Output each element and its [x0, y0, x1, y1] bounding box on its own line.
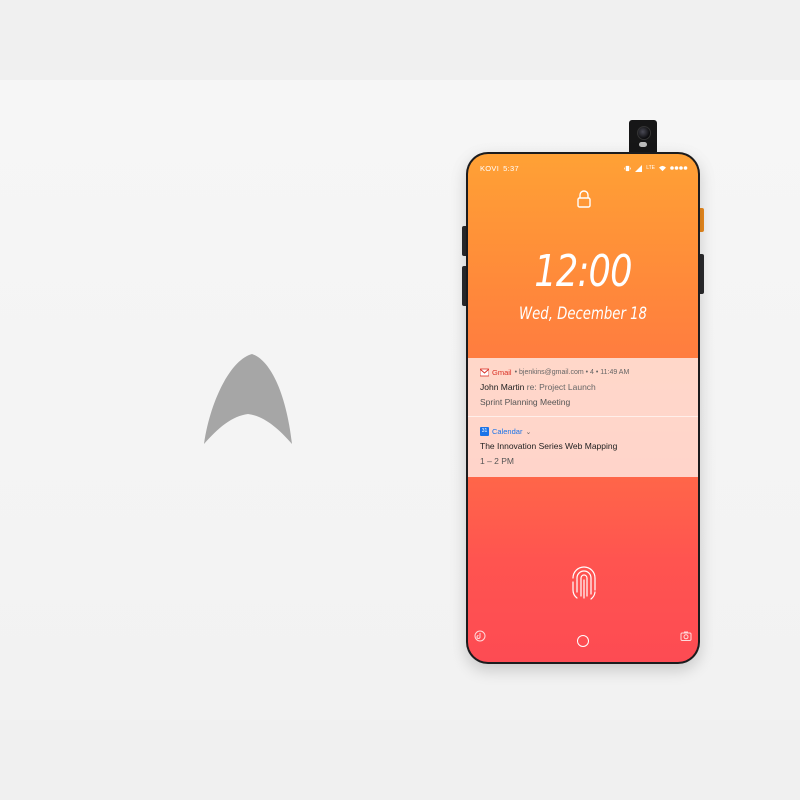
signal-dots-icon: [670, 166, 688, 170]
notification-app-name: Gmail: [492, 368, 512, 377]
notification-header: Gmail • bjenkins@gmail.com • 4 • 11:49 A…: [480, 368, 629, 377]
status-time: 5:37: [503, 163, 519, 173]
power-button[interactable]: [700, 254, 704, 294]
flash-icon: [639, 142, 647, 147]
network-type: LTE: [646, 165, 655, 171]
notification-sender: John Martin: [480, 382, 525, 392]
camera-icon[interactable]: [680, 630, 692, 642]
lock-icon[interactable]: [576, 190, 592, 208]
popup-camera: [629, 120, 657, 154]
lockscreen-clock: 12:00: [534, 246, 632, 297]
notification-title: John Martin re: Project Launch: [480, 382, 596, 392]
notification-calendar[interactable]: 31 Calendar ⌄ The Innovation Series Web …: [468, 416, 698, 477]
notification-app-name: Calendar: [492, 427, 523, 436]
calendar-icon: 31: [480, 427, 489, 436]
carrier-label: KOVI: [480, 163, 500, 173]
alert-slider[interactable]: [700, 208, 704, 232]
brand-logo: [204, 354, 292, 444]
notification-meta: • bjenkins@gmail.com • 4 • 11:49 AM: [514, 369, 630, 376]
lockscreen-date: Wed, December 18: [519, 304, 647, 324]
gmail-icon: [480, 368, 489, 377]
home-circle-icon[interactable]: [577, 635, 589, 647]
status-bar: KOVI 5:37 LTE: [480, 162, 688, 174]
camera-lens-icon: [637, 126, 651, 140]
notification-subject: re: Project Launch: [526, 382, 596, 392]
fingerprint-icon[interactable]: [569, 562, 599, 602]
signal-icon: [635, 164, 643, 172]
presentation-stage: KOVI 5:37 LTE 12:00 Wed, December 18 Gma…: [0, 0, 800, 800]
phone-device: KOVI 5:37 LTE 12:00 Wed, December 18 Gma…: [466, 152, 700, 664]
lock-screen: KOVI 5:37 LTE 12:00 Wed, December 18 Gma…: [468, 154, 698, 662]
assistant-icon[interactable]: [474, 630, 486, 642]
notification-gmail[interactable]: Gmail • bjenkins@gmail.com • 4 • 11:49 A…: [468, 358, 698, 416]
notification-body: 1 – 2 PM: [480, 456, 515, 466]
notification-header: 31 Calendar ⌄: [480, 427, 531, 436]
expand-chevron-icon[interactable]: ⌄: [525, 428, 531, 436]
vibrate-icon: [624, 165, 632, 171]
wifi-icon: [659, 165, 666, 171]
notification-body: Sprint Planning Meeting: [480, 397, 571, 407]
notification-title: The Innovation Series Web Mapping: [480, 441, 618, 451]
